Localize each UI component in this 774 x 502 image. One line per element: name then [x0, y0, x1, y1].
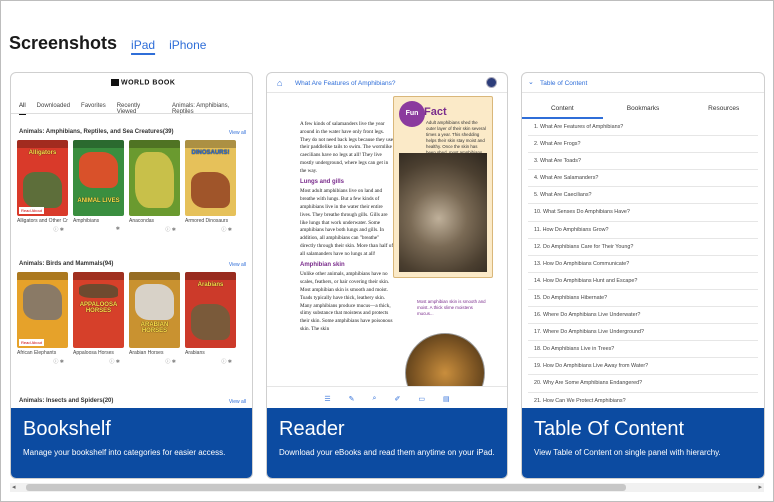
book-item: ANIMAL LIVES Amphibians ✱ — [73, 140, 124, 233]
toc-item: 14. How Do Amphibians Hunt and Escape? — [528, 273, 758, 290]
tab-iphone[interactable]: iPhone — [169, 38, 206, 52]
scroll-left-icon[interactable]: ◂ — [12, 483, 16, 491]
amphibian-skin-photo — [399, 153, 487, 272]
app-store-screenshots-panel: Screenshots iPad iPhone WORLD BOOK All D… — [0, 0, 774, 502]
toc-item: 18. Do Amphibians Live in Trees? — [528, 341, 758, 359]
settings-icon: ▤ — [442, 395, 450, 403]
card-subtitle: View Table of Content on single panel wi… — [534, 448, 721, 457]
worldbook-logo: WORLD BOOK — [111, 79, 175, 86]
home-icon: ⌂ — [277, 78, 283, 88]
card-caption: Bookshelf Manage your bookshelf into cat… — [11, 408, 252, 478]
tab-content: Content — [522, 105, 603, 119]
toc-item: 4. What Are Salamanders? — [528, 170, 758, 188]
book-item: Read About African Elephants ⓘ ✱ — [17, 272, 68, 365]
shelf-heading: Animals: Amphibians, Reptiles, and Sea C… — [19, 129, 174, 135]
toc-list: 1. What Are Features of Amphibians? 2. Wh… — [528, 119, 758, 410]
highlight-icon: ✐ — [394, 395, 401, 403]
fun-fact-box: Fun Fact Adult amphibians shed the outer… — [393, 96, 493, 278]
card-subtitle: Download your eBooks and read them anyti… — [279, 448, 495, 457]
toc-tabs: Content Bookmarks Resources — [522, 105, 764, 119]
book-item: DINOSAURS! Armored Dinosaurs ⓘ ✱ — [185, 140, 236, 233]
sidebar-note: Most amphibian skin is smooth and moist.… — [417, 299, 486, 316]
card-title: Table Of Content — [534, 418, 685, 440]
toc-item: 3. What Are Toads? — [528, 153, 758, 171]
avatar — [486, 77, 497, 88]
reader-screen: ⌂ What Are Features of Amphibians? A few… — [267, 73, 507, 410]
reader-toolbar: ☰ ✎ ⌕ ✐ ▭ ▤ — [267, 386, 507, 410]
section-title: Screenshots — [9, 33, 118, 53]
tab-bookmarks: Bookmarks — [626, 105, 660, 112]
shelf-heading: Animals: Insects and Spiders(20) — [19, 398, 114, 404]
scroll-right-icon[interactable]: ▸ — [758, 483, 762, 491]
screenshot-card-toc[interactable]: ⌄ Table of Content Content Bookmarks Res… — [521, 72, 765, 479]
toc-item: 1. What Are Features of Amphibians? — [528, 119, 758, 137]
book-item: Anacondas ⓘ ✱ — [129, 140, 180, 233]
shelf-books-row: Alligators Read About Alligators and Other… — [17, 140, 236, 233]
view-all-link: View all — [228, 262, 246, 268]
toc-item: 2. What Are Frogs? — [528, 136, 758, 154]
book-item: Arabians Arabians ⓘ ✱ — [185, 272, 236, 365]
bookmark-icon: ▭ — [418, 395, 425, 403]
view-all-link: View all — [228, 130, 246, 136]
screenshots-header: Screenshots iPad iPhone — [9, 33, 220, 54]
search-icon: ⌕ — [372, 394, 377, 402]
tab-ipad[interactable]: iPad — [131, 38, 155, 52]
toc-item: 10. What Senses Do Amphibians Have? — [528, 204, 758, 222]
annotate-icon: ✎ — [348, 395, 355, 403]
toc-screen: ⌄ Table of Content Content Bookmarks Res… — [522, 73, 764, 410]
scrollbar-thumb[interactable] — [26, 484, 626, 491]
toc-title: Table of Content — [540, 80, 588, 87]
card-subtitle: Manage your bookshelf into categories fo… — [23, 448, 226, 457]
tab-resources: Resources — [708, 105, 740, 112]
book-item: APPALOOSA HORSES Appaloosa Horses ⓘ ✱ — [73, 272, 124, 365]
card-title: Bookshelf — [23, 418, 111, 440]
toc-icon: ☰ — [324, 395, 331, 403]
reader-page-title: What Are Features of Amphibians? — [295, 80, 396, 87]
screenshot-card-bookshelf[interactable]: WORLD BOOK All Downloaded Favorites Rece… — [10, 72, 253, 479]
bookshelf-screen: WORLD BOOK All Downloaded Favorites Rece… — [11, 73, 252, 410]
horizontal-scrollbar[interactable]: ◂ ▸ — [10, 483, 764, 492]
toc-item: 5. What Are Caecilians? — [528, 187, 758, 205]
card-caption: Table Of Content View Table of Content o… — [522, 408, 764, 478]
toc-item: 15. Do Amphibians Hibernate? — [528, 290, 758, 308]
toc-item: 11. How Do Amphibians Grow? — [528, 222, 758, 239]
toc-item: 20. Why Are Some Amphibians Endangered? — [528, 375, 758, 393]
screenshot-card-reader[interactable]: ⌂ What Are Features of Amphibians? A few… — [266, 72, 508, 479]
view-all-link: View all — [228, 399, 246, 405]
toc-item: 16. Where Do Amphibians Live Underwater? — [528, 307, 758, 325]
reader-top-bar: ⌂ What Are Features of Amphibians? — [267, 73, 507, 93]
toc-item: 13. How Do Amphibians Communicate? — [528, 256, 758, 273]
toc-item: 12. Do Amphibians Care for Their Young? — [528, 239, 758, 256]
card-caption: Reader Download your eBooks and read the… — [267, 408, 507, 478]
book-item: ARABIAN HORSES Arabian Horses ⓘ ✱ — [129, 272, 180, 365]
toc-item: 17. Where Do Amphibians Live Underground… — [528, 324, 758, 342]
toc-item: 19. How Do Amphibians Live Away from Wat… — [528, 358, 758, 376]
chevron-down-icon: ⌄ — [528, 79, 534, 86]
shelf-books-row: Read About African Elephants ⓘ ✱ APPALOOSA… — [17, 272, 236, 365]
book-item: Alligators Read About Alligators and Other… — [17, 140, 68, 233]
shelf-heading: Animals: Birds and Mammals(94) — [19, 261, 114, 267]
reader-body-text: A few kinds of salamanders live the year… — [300, 121, 394, 332]
card-title: Reader — [279, 418, 345, 440]
toc-header: ⌄ Table of Content — [522, 73, 764, 93]
